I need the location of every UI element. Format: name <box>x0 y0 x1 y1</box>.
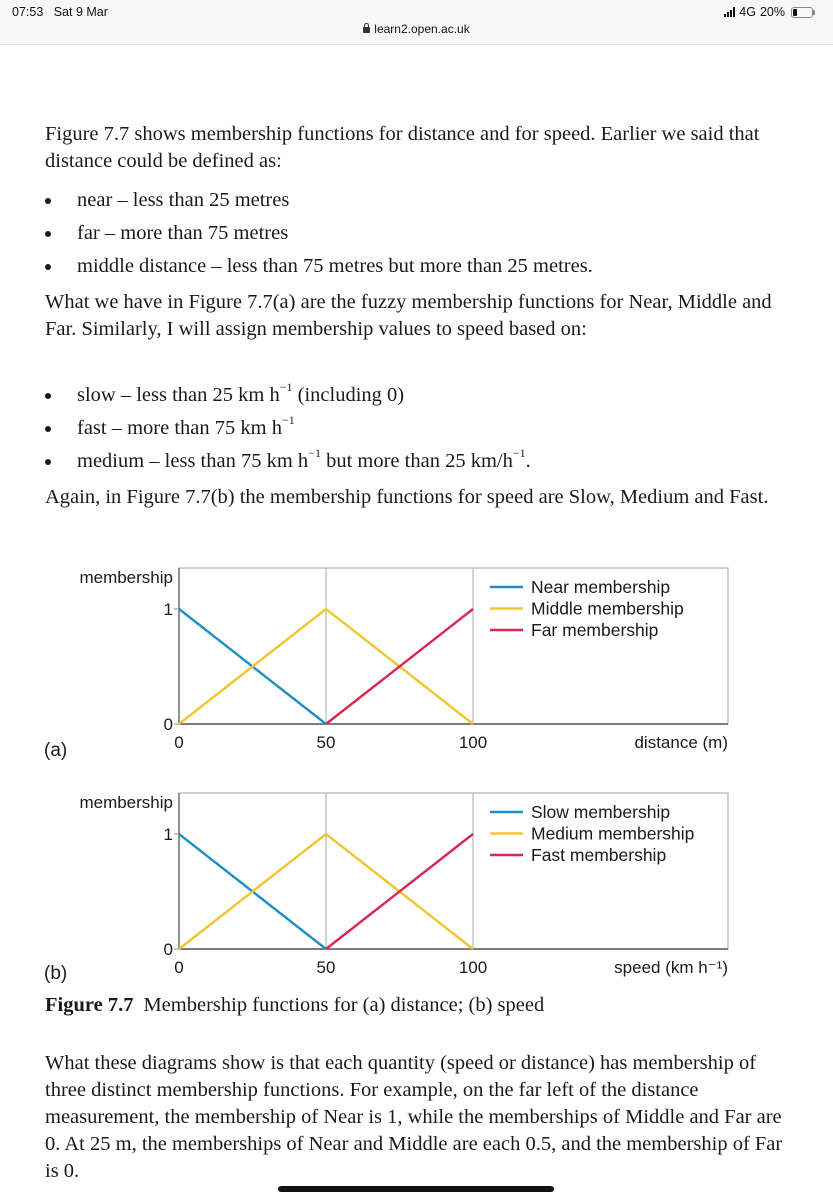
list-item-text: fast – more than 75 km h <box>77 417 282 439</box>
list-item-text: but more than 25 km/h <box>320 450 513 472</box>
bullet-icon <box>45 459 51 465</box>
bullet-icon <box>45 231 51 237</box>
paragraph-3: Again, in Figure 7.7(b) the membership f… <box>45 486 769 508</box>
status-bar: 07:53 Sat 9 Mar 4G 20% learn2.open.ac.uk <box>0 0 833 45</box>
superscript: −1 <box>512 446 526 461</box>
chart-speed: 0 1 0 50 100 membership speed (km h⁻¹) Slow mem… <box>0 785 833 985</box>
list-item-text: near – less than 25 metres <box>77 189 290 211</box>
list-item: near – less than 25 metres <box>45 184 785 217</box>
list-item: fast – more than 75 km h−1 <box>45 412 785 445</box>
list-item-text: medium – less than 75 km h <box>77 450 309 472</box>
date-text: Sat 9 Mar <box>53 5 108 19</box>
superscript: −1 <box>281 413 295 428</box>
panel-label-a: (a) <box>44 740 68 761</box>
y-axis-label: membership <box>79 568 173 587</box>
x-tick-label: 0 <box>174 958 183 977</box>
address-bar[interactable]: learn2.open.ac.uk <box>0 22 833 36</box>
list-item-text: . <box>525 450 531 472</box>
url-text: learn2.open.ac.uk <box>374 22 470 36</box>
list-item: medium – less than 75 km h−1 but more th… <box>45 445 785 478</box>
superscript: −1 <box>308 446 321 461</box>
legend-label: Near membership <box>531 577 670 597</box>
battery-icon <box>791 6 815 18</box>
time-text: 07:53 <box>12 5 44 19</box>
battery-level <box>793 8 797 16</box>
y-tick-label: 0 <box>164 940 173 959</box>
x-tick-label: 100 <box>459 958 487 977</box>
figure-caption: Figure 7.7 Membership functions for (a) d… <box>45 994 544 1017</box>
signal-icon <box>724 7 736 17</box>
panel-label-b: (b) <box>44 963 68 984</box>
legend-label: Far membership <box>531 620 658 640</box>
list-item-text: slow – less than 25 km h <box>77 384 280 406</box>
home-indicator[interactable] <box>278 1186 554 1192</box>
bullet-icon <box>45 426 51 432</box>
bullet-icon <box>45 198 51 204</box>
list-item-text: far – more than 75 metres <box>77 222 289 244</box>
chart-distance: 0 1 0 50 100 membership distance (m) Near membe… <box>0 560 833 760</box>
superscript: −1 <box>279 380 293 395</box>
list-item: slow – less than 25 km h−1 (including 0) <box>45 379 785 412</box>
speed-bullet-list: slow – less than 25 km h−1 (including 0)… <box>45 379 785 478</box>
list-item: far – more than 75 metres <box>45 217 785 250</box>
y-axis-label: membership <box>79 793 173 812</box>
x-tick-label: 50 <box>317 958 336 977</box>
status-indicators: 4G 20% <box>724 5 815 19</box>
y-tick-label: 1 <box>164 600 173 619</box>
x-axis-label: speed (km h⁻¹) <box>614 958 728 977</box>
y-tick-label: 0 <box>164 715 173 734</box>
x-tick-label: 100 <box>459 733 487 752</box>
x-axis-label: distance (m) <box>634 733 728 752</box>
chart-svg: 0 1 0 50 100 membership speed (km h⁻¹) Slow mem… <box>79 792 729 977</box>
legend-label: Fast membership <box>531 845 666 865</box>
status-time: 07:53 Sat 9 Mar <box>12 5 108 19</box>
chart-svg: 0 1 0 50 100 membership distance (m) Near membe… <box>79 567 729 752</box>
caption-text: Membership functions for (a) distance; (… <box>143 994 545 1016</box>
list-item-text: middle distance – less than 75 metres bu… <box>77 255 593 277</box>
legend-label: Medium membership <box>531 824 694 844</box>
intro-paragraph: Figure 7.7 shows membership functions fo… <box>45 123 760 172</box>
battery-percent: 20% <box>759 5 785 19</box>
list-item-text: (including 0) <box>292 384 405 406</box>
y-tick-label: 1 <box>164 825 173 844</box>
caption-label: Figure 7.7 <box>45 994 134 1016</box>
legend-label: Middle membership <box>531 599 684 619</box>
x-tick-label: 0 <box>174 733 183 752</box>
list-item: middle distance – less than 75 metres bu… <box>45 250 785 283</box>
distance-bullet-list: near – less than 25 metres far – more th… <box>45 184 785 283</box>
lock-icon <box>363 23 371 33</box>
x-tick-label: 50 <box>317 733 336 752</box>
network-type: 4G <box>739 5 756 19</box>
paragraph-2: What we have in Figure 7.7(a) are the fu… <box>45 291 772 340</box>
legend-label: Slow membership <box>531 802 670 822</box>
paragraph-4: What these diagrams show is that each qu… <box>45 1052 783 1182</box>
bullet-icon <box>45 264 51 270</box>
bullet-icon <box>45 393 51 399</box>
